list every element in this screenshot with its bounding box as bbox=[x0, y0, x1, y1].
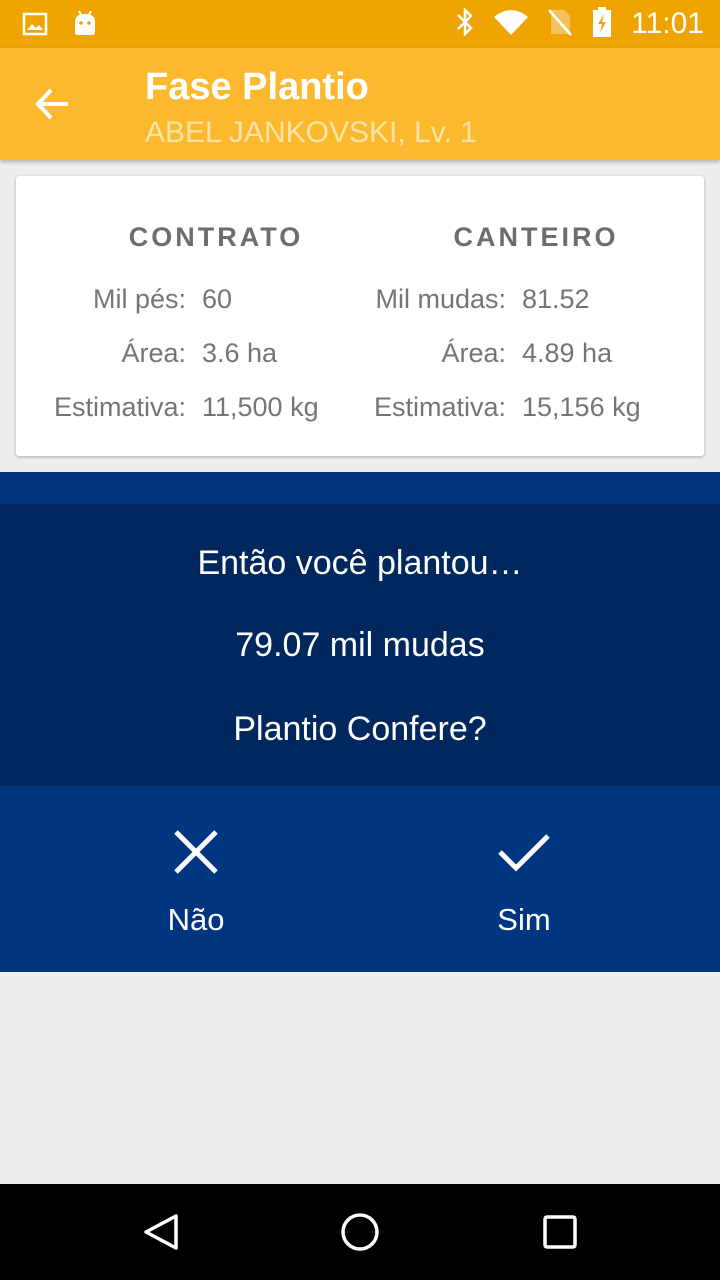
close-icon bbox=[170, 826, 222, 878]
circle-home-icon bbox=[336, 1213, 384, 1260]
canteiro-label: Estimativa: bbox=[373, 392, 506, 422]
navigation-bar bbox=[0, 1184, 720, 1280]
contrato-value: 60 bbox=[202, 284, 233, 314]
no-sim-icon bbox=[547, 7, 573, 42]
triangle-back-icon bbox=[136, 1214, 184, 1260]
bluetooth-icon bbox=[455, 6, 475, 42]
wifi-icon bbox=[493, 8, 529, 41]
contrato-label: Mil pés: bbox=[92, 284, 186, 314]
contrato-label: Estimativa: bbox=[53, 392, 186, 422]
canteiro-value: 4.89 ha bbox=[522, 338, 613, 368]
confirmation-question: Plantio Confere? bbox=[233, 710, 487, 748]
canteiro-label: Mil mudas: bbox=[375, 284, 506, 314]
contrato-value: 11,500 kg bbox=[202, 392, 319, 422]
nav-recents-button[interactable] bbox=[536, 1208, 584, 1256]
canteiro-heading: CANTEIRO bbox=[453, 222, 619, 252]
check-icon bbox=[498, 826, 550, 878]
battery-charging-icon bbox=[591, 6, 613, 43]
confirmation-panel: Então você plantou… 79.07 mil mudas Plan… bbox=[0, 504, 720, 786]
contrato-value: 3.6 ha bbox=[202, 338, 278, 368]
back-button[interactable] bbox=[32, 84, 80, 124]
square-recents-icon bbox=[536, 1215, 584, 1260]
image-icon bbox=[22, 11, 48, 42]
android-icon bbox=[72, 10, 98, 43]
nav-back-button[interactable] bbox=[136, 1208, 184, 1256]
canteiro-value: 15,156 kg bbox=[522, 392, 641, 422]
contrato-label: Área: bbox=[121, 338, 186, 368]
app-bar: Fase Plantio ABEL JANKOVSKI, Lv. 1 bbox=[0, 48, 720, 160]
confirmation-intro: Então você plantou… bbox=[197, 544, 523, 582]
no-button[interactable]: Não bbox=[16, 786, 376, 972]
contrato-heading: CONTRATO bbox=[128, 222, 304, 252]
yes-label: Sim bbox=[497, 902, 551, 937]
canteiro-label: Área: bbox=[441, 338, 506, 368]
summary-card: CONTRATO CANTEIRO Mil pés: 60 Área: 3.6 … bbox=[16, 176, 704, 456]
nav-home-button[interactable] bbox=[336, 1208, 384, 1256]
arrow-back-icon bbox=[32, 88, 72, 128]
planted-amount: 79.07 mil mudas bbox=[235, 626, 485, 664]
action-bar: Não Sim bbox=[0, 786, 720, 972]
yes-button[interactable]: Sim bbox=[344, 786, 704, 972]
divider-strip bbox=[0, 472, 720, 504]
page-title: Fase Plantio bbox=[145, 66, 369, 108]
no-label: Não bbox=[167, 902, 225, 937]
canteiro-value: 81.52 bbox=[522, 284, 590, 314]
page-subtitle: ABEL JANKOVSKI, Lv. 1 bbox=[145, 116, 477, 149]
status-bar: 11:01 bbox=[0, 0, 720, 48]
clock: 11:01 bbox=[631, 7, 704, 40]
